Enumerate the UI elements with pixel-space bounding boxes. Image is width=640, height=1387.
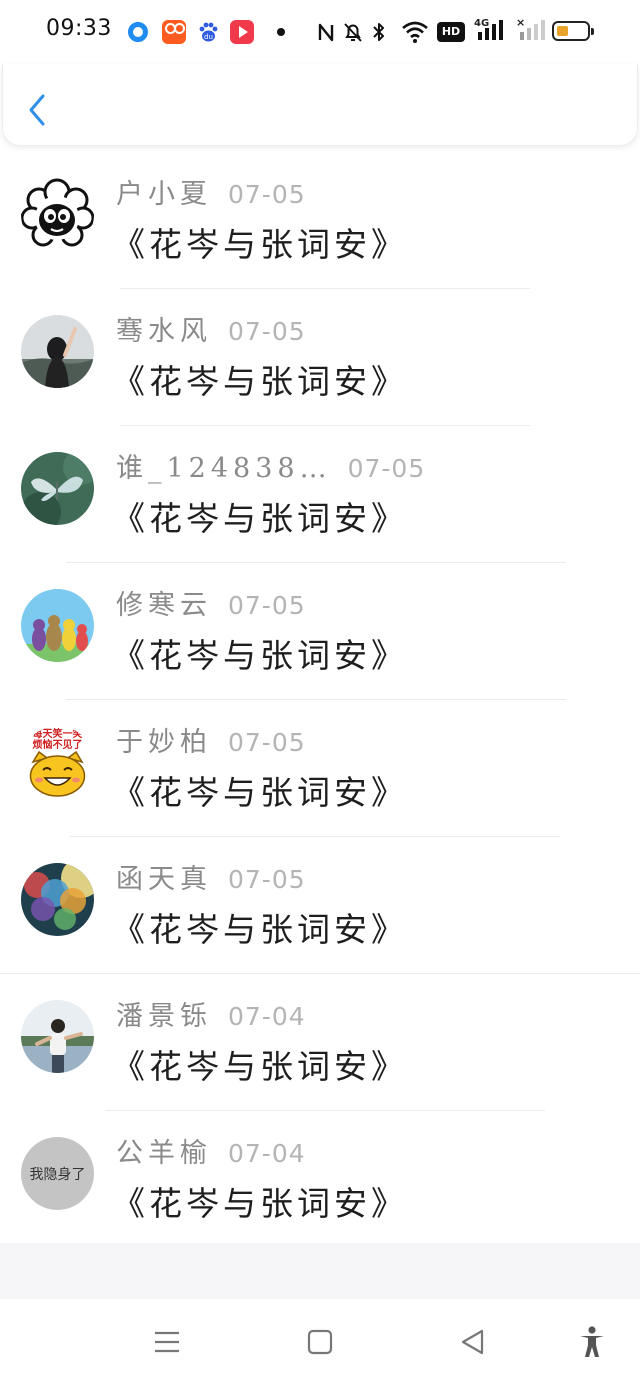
home-square-icon[interactable] (303, 1325, 337, 1359)
svg-text:烦恼不见了: 烦恼不见了 (33, 738, 83, 751)
name-date-line: 公羊榆 07-04 (116, 1131, 306, 1169)
comment-date: 07-05 (228, 865, 306, 894)
video-play-icon (230, 20, 254, 44)
status-bar: 09:33 du HD 4G × (0, 0, 640, 64)
comment-date: 07-05 (228, 591, 306, 620)
comment-date: 07-05 (228, 317, 306, 346)
hd-icon: HD (437, 22, 465, 42)
svg-text:我隐身了: 我隐身了 (30, 1167, 86, 1183)
reader-list: 户小夏 07-05 《花岑与张词安》 骞水风 07-05 《花岑与张词安》 谁_… (0, 152, 640, 1248)
signal-no-sim-icon: × (516, 16, 546, 44)
avatar[interactable] (21, 589, 94, 662)
qq-browser-icon (128, 22, 148, 42)
avatar[interactable] (21, 452, 94, 525)
battery-level (557, 26, 568, 36)
avatar[interactable] (21, 1000, 94, 1073)
comment-date: 07-04 (228, 1139, 306, 1168)
back-triangle-icon[interactable] (456, 1325, 490, 1359)
list-bottom-spacer (0, 1243, 640, 1299)
chevron-left-icon[interactable] (23, 92, 53, 128)
baidu-icon: du (196, 20, 220, 44)
name-date-line: 潘景铄 07-04 (116, 994, 306, 1032)
svg-text:每天笑一笑: 每天笑一笑 (33, 727, 83, 740)
top-bar (2, 64, 638, 146)
user-name: 函天真 (116, 864, 212, 895)
bluetooth-icon (373, 23, 384, 41)
reader-list-item[interactable]: 户小夏 07-05 《花岑与张词安》 (0, 152, 640, 289)
reader-list-item[interactable]: 函天真 07-05 《花岑与张词安》 (0, 837, 640, 974)
book-title[interactable]: 《花岑与张词安》 (112, 629, 408, 677)
book-title[interactable]: 《花岑与张词安》 (112, 492, 408, 540)
user-name: 骞水风 (116, 316, 212, 347)
nfc-icon (318, 23, 334, 42)
reader-list-item[interactable]: 骞水风 07-05 《花岑与张词安》 (0, 289, 640, 426)
name-date-line: 函天真 07-05 (116, 857, 306, 895)
reader-list-item[interactable]: 谁_124838… 07-05 《花岑与张词安》 (0, 426, 640, 563)
user-name: 潘景铄 (116, 1001, 212, 1032)
comment-date: 07-04 (228, 1002, 306, 1031)
mute-bell-icon (344, 23, 362, 42)
book-title[interactable]: 《花岑与张词安》 (112, 766, 408, 814)
user-name: 谁_124838… (116, 453, 332, 484)
avatar[interactable] (21, 315, 94, 388)
svg-text:du: du (204, 33, 213, 41)
kuaishou-icon (162, 20, 186, 44)
reader-list-item[interactable]: 每天笑一笑 烦恼不见了 于妙柏 07-05 《花岑与张词安》 (0, 700, 640, 837)
avatar[interactable]: 我隐身了 (21, 1137, 94, 1210)
comment-date: 07-05 (347, 454, 426, 483)
system-nav-bar (0, 1299, 640, 1387)
signal-4g-icon: 4G (474, 18, 508, 44)
status-time: 09:33 (46, 16, 112, 41)
avatar[interactable]: 每天笑一笑 烦恼不见了 (21, 726, 94, 799)
book-title[interactable]: 《花岑与张词安》 (112, 903, 408, 951)
accessibility-icon[interactable] (575, 1325, 609, 1359)
comment-date: 07-05 (228, 180, 306, 209)
name-date-line: 户小夏 07-05 (116, 172, 306, 210)
book-title[interactable]: 《花岑与张词安》 (112, 218, 408, 266)
user-name: 于妙柏 (116, 727, 212, 758)
avatar[interactable] (21, 178, 94, 251)
reader-list-item[interactable]: 修寒云 07-05 《花岑与张词安》 (0, 563, 640, 700)
battery-icon (552, 21, 594, 41)
avatar[interactable] (21, 863, 94, 936)
name-date-line: 谁_124838… 07-05 (116, 446, 426, 484)
book-title[interactable]: 《花岑与张词安》 (112, 355, 408, 403)
user-name: 修寒云 (116, 590, 212, 621)
dot-icon (277, 28, 285, 36)
user-name: 公羊榆 (116, 1138, 212, 1169)
book-title[interactable]: 《花岑与张词安》 (112, 1040, 408, 1088)
user-name: 户小夏 (116, 179, 212, 210)
reader-list-item[interactable]: 我隐身了 公羊榆 07-04 《花岑与张词安》 (0, 1111, 640, 1248)
name-date-line: 骞水风 07-05 (116, 309, 306, 347)
book-title[interactable]: 《花岑与张词安》 (112, 1177, 408, 1225)
name-date-line: 于妙柏 07-05 (116, 720, 306, 758)
name-date-line: 修寒云 07-05 (116, 583, 306, 621)
reader-list-item[interactable]: 潘景铄 07-04 《花岑与张词安》 (0, 974, 640, 1111)
comment-date: 07-05 (228, 728, 306, 757)
wifi-icon (402, 21, 428, 43)
menu-icon[interactable] (150, 1325, 184, 1359)
